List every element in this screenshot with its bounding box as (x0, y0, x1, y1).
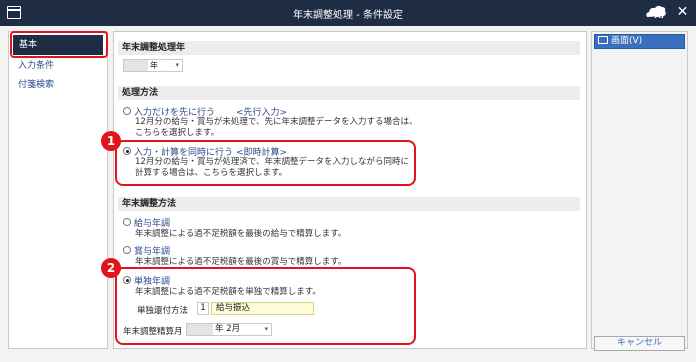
window-title: 年末調整処理 - 条件設定 (293, 10, 403, 21)
highlight-box-sidebar (10, 31, 108, 58)
ai-logo-text: AI (655, 11, 665, 20)
radio-bonus-adjust[interactable] (123, 246, 131, 254)
right-panel (591, 31, 688, 349)
radio-input-first[interactable] (123, 107, 131, 115)
year-value-field (124, 60, 148, 71)
sidebar-item-sticky-search[interactable]: 付箋検索 (9, 76, 107, 94)
sidebar-item-input-conditions[interactable]: 入力条件 (9, 57, 107, 75)
option-bonus-adjust-label[interactable]: 賞与年調 (134, 244, 170, 257)
callout-badge-1: 1 (101, 131, 121, 151)
highlight-box-2 (115, 267, 416, 345)
title-bar: 年末調整処理 - 条件設定 AI ✕ (0, 0, 696, 26)
highlight-box-1 (115, 140, 416, 186)
chevron-down-icon: ▾ (175, 61, 179, 69)
option-input-first-desc-2: こちらを選択します。 (135, 128, 220, 138)
screen-icon (598, 35, 608, 44)
radio-salary-adjust[interactable] (123, 218, 131, 226)
option-salary-adjust-desc: 年末調整による過不足税額を最後の給与で精算します。 (135, 229, 347, 239)
screen-button[interactable]: 画面(V) (594, 34, 685, 49)
cancel-button[interactable]: キャンセル (594, 336, 685, 351)
year-select[interactable]: 年 ▾ (123, 59, 183, 72)
screen-button-label: 画面(V) (611, 36, 643, 46)
section-heading-processing: 処理方法 (118, 86, 580, 100)
callout-badge-2: 2 (101, 258, 121, 278)
section-heading-adjustment: 年末調整方法 (118, 197, 580, 211)
option-salary-adjust-label[interactable]: 給与年調 (134, 216, 170, 229)
close-icon[interactable]: ✕ (675, 5, 690, 20)
sidebar: 基本 入力条件 付箋検索 (8, 31, 108, 349)
section-heading-year: 年末調整処理年 (118, 41, 580, 55)
option-input-first-desc-1: 12月分の給与・賞与が未処理で、先に年末調整データを入力する場合は、 (135, 117, 418, 127)
year-suffix: 年 (150, 61, 158, 70)
